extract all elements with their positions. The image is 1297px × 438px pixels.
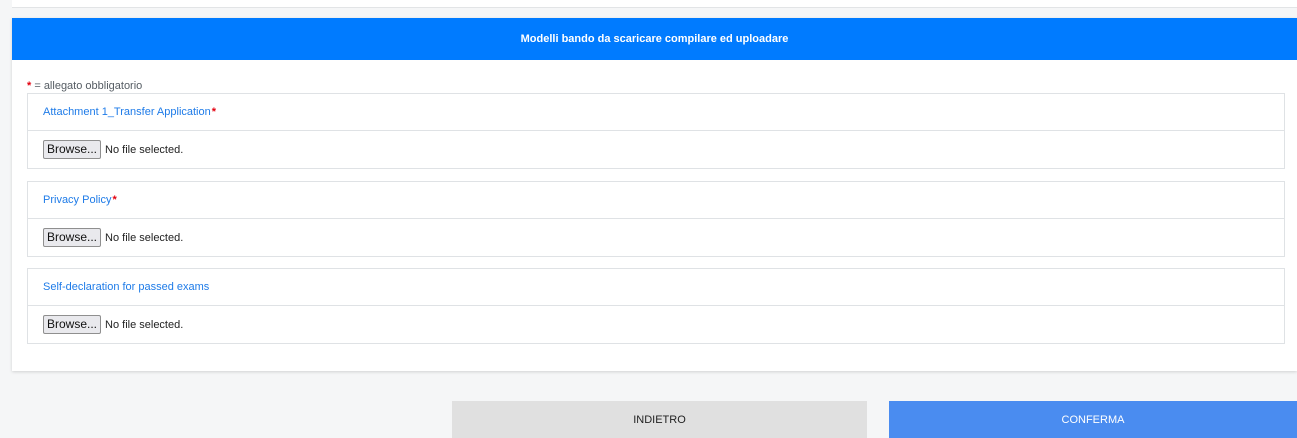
required-mark: * (211, 106, 217, 118)
top-panel-edge (12, 0, 1297, 8)
upload-label-text: Privacy Policy (43, 194, 112, 206)
back-button-label: INDIETRO (633, 413, 686, 426)
upload-label: Privacy Policy * (28, 182, 1284, 219)
confirm-button[interactable]: CONFERMA (889, 401, 1297, 438)
required-legend-text: = allegato obbligatorio (31, 80, 143, 92)
upload-label: Attachment 1_Transfer Application * (28, 94, 1284, 131)
file-status: No file selected. (105, 231, 184, 244)
required-mark: * (112, 194, 117, 206)
upload-label-text: Self-declaration for passed exams (43, 281, 210, 293)
file-input[interactable]: Browse... No file selected. (28, 131, 1284, 168)
file-input[interactable]: Browse... No file selected. (28, 219, 1284, 256)
upload-label: Self-declaration for passed exams (28, 269, 1284, 306)
upload-attachment-1: Attachment 1_Transfer Application * Brows… (27, 93, 1285, 169)
browse-button[interactable]: Browse... (43, 228, 102, 247)
file-input[interactable]: Browse... No file selected. (28, 306, 1284, 343)
back-button[interactable]: INDIETRO (452, 401, 867, 438)
attachments-card: Modelli bando da scaricare compilare ed … (12, 18, 1297, 371)
confirm-button-label: CONFERMA (1061, 413, 1125, 426)
card-header: Modelli bando da scaricare compilare ed … (12, 18, 1297, 60)
browse-button[interactable]: Browse... (43, 140, 102, 159)
card-title: Modelli bando da scaricare compilare ed … (520, 33, 789, 45)
file-status: No file selected. (105, 318, 184, 331)
upload-privacy-policy: Privacy Policy * Browse... No file select… (27, 181, 1285, 257)
browse-button[interactable]: Browse... (43, 315, 102, 334)
required-legend: * = allegato obbligatorio (27, 80, 142, 92)
upload-label-text: Attachment 1_Transfer Application (43, 106, 211, 118)
file-status: No file selected. (105, 143, 184, 156)
upload-self-declaration: Self-declaration for passed exams Browse… (27, 268, 1285, 344)
